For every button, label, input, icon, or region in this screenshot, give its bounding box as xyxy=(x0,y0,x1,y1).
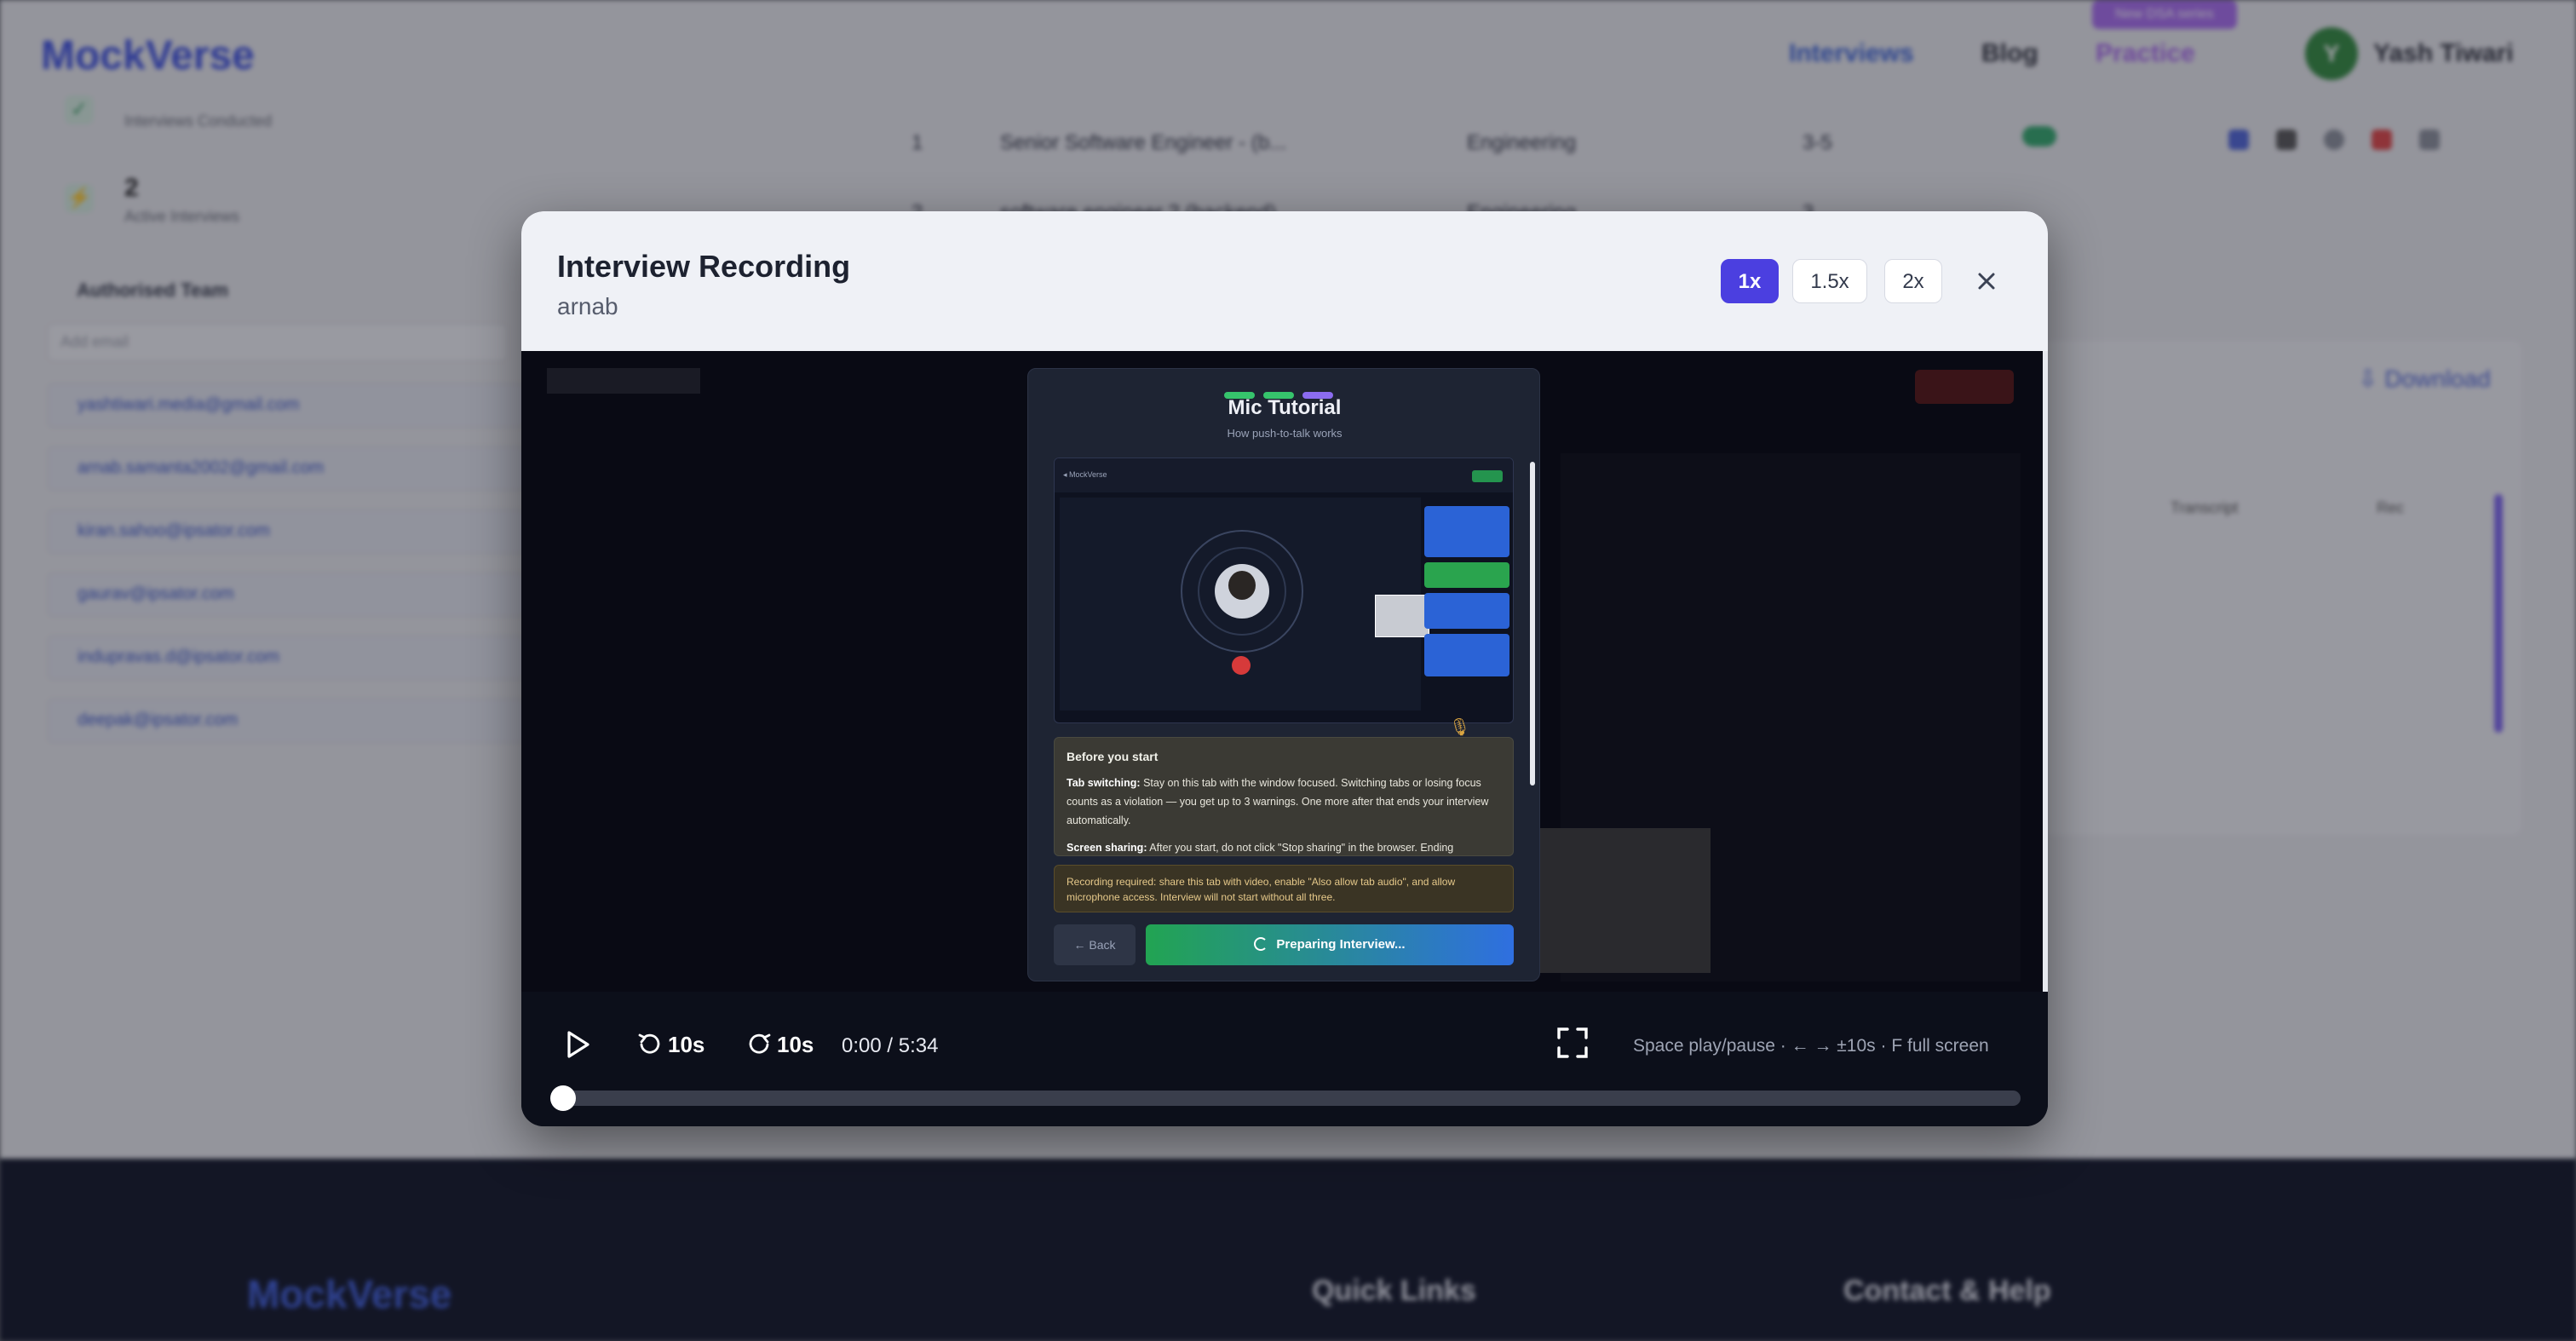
preparing-label: Preparing Interview... xyxy=(1276,937,1406,952)
mock-stage xyxy=(1060,498,1421,711)
mic-icon: 🎙 xyxy=(1449,718,1471,737)
screen-share-label: Screen sharing: xyxy=(1067,842,1147,854)
forward-10s-button[interactable]: 10s xyxy=(746,1027,814,1062)
page-scrollbar xyxy=(2043,351,2048,992)
player-controls: 10s 10s 0:00 / 5:34 Space play/pause · ←… xyxy=(521,992,2048,1126)
rewind-label: 10s xyxy=(668,1032,705,1057)
modal-subtitle: arnab xyxy=(557,293,618,319)
frame-title: Mic Tutorial xyxy=(1228,396,1342,419)
frame-interview-mock: ◂ MockVerse xyxy=(1054,458,1514,723)
ghost-webcam xyxy=(1540,828,1711,973)
ghost-tab xyxy=(547,368,700,394)
play-button[interactable] xyxy=(561,1027,595,1062)
before-title: Before you start xyxy=(1067,750,1159,763)
record-dot xyxy=(1232,656,1251,675)
keyboard-hint: Space play/pause · ← → ±10s · F full scr… xyxy=(1633,1036,1989,1056)
frame-back-button: ← Back xyxy=(1054,924,1136,965)
before-you-start: Before you start Tab switching: Stay on … xyxy=(1054,737,1514,856)
fullscreen-button[interactable] xyxy=(1555,1026,1590,1060)
play-icon xyxy=(567,1031,589,1058)
fullscreen-icon xyxy=(1557,1027,1588,1058)
close-icon xyxy=(1978,273,1995,290)
seek-bar[interactable] xyxy=(555,1091,2021,1106)
rewind-10s-button[interactable]: 10s xyxy=(637,1027,704,1062)
frame-preparing-button: Preparing Interview... xyxy=(1146,924,1514,965)
speed-1x-button[interactable]: 1x xyxy=(1721,259,1779,303)
webcam-thumbnail xyxy=(1375,595,1429,637)
modal-title: Interview Recording xyxy=(557,249,851,284)
forward-icon xyxy=(749,1033,771,1054)
frame-scrollbar xyxy=(1530,462,1535,786)
speed-1-5x-button[interactable]: 1.5x xyxy=(1792,259,1867,303)
recording-modal: Interview Recording arnab 1x 1.5x 2x Mic… xyxy=(521,211,2048,1126)
video-player[interactable]: Mic Tutorial How push-to-talk works ◂ Mo… xyxy=(521,351,2048,992)
ghost-end-button xyxy=(1915,370,2014,404)
spinner-icon xyxy=(1254,937,1268,951)
recording-notice: Recording required: share this tab with … xyxy=(1054,865,1514,912)
speed-2x-button[interactable]: 2x xyxy=(1884,259,1942,303)
close-button[interactable] xyxy=(1969,264,2004,298)
screen-share-text: After you start, do not click "Stop shar… xyxy=(1149,842,1454,854)
time-display: 0:00 / 5:34 xyxy=(842,1034,939,1057)
video-frame: Mic Tutorial How push-to-talk works ◂ Mo… xyxy=(1027,368,1540,981)
frame-subtitle: How push-to-talk works xyxy=(1227,427,1343,440)
rewind-icon xyxy=(638,1033,660,1054)
modal-header: Interview Recording arnab 1x 1.5x 2x xyxy=(521,211,2048,351)
seek-handle[interactable] xyxy=(550,1085,576,1111)
forward-label: 10s xyxy=(777,1032,814,1057)
tab-switch-label: Tab switching: xyxy=(1067,777,1141,789)
